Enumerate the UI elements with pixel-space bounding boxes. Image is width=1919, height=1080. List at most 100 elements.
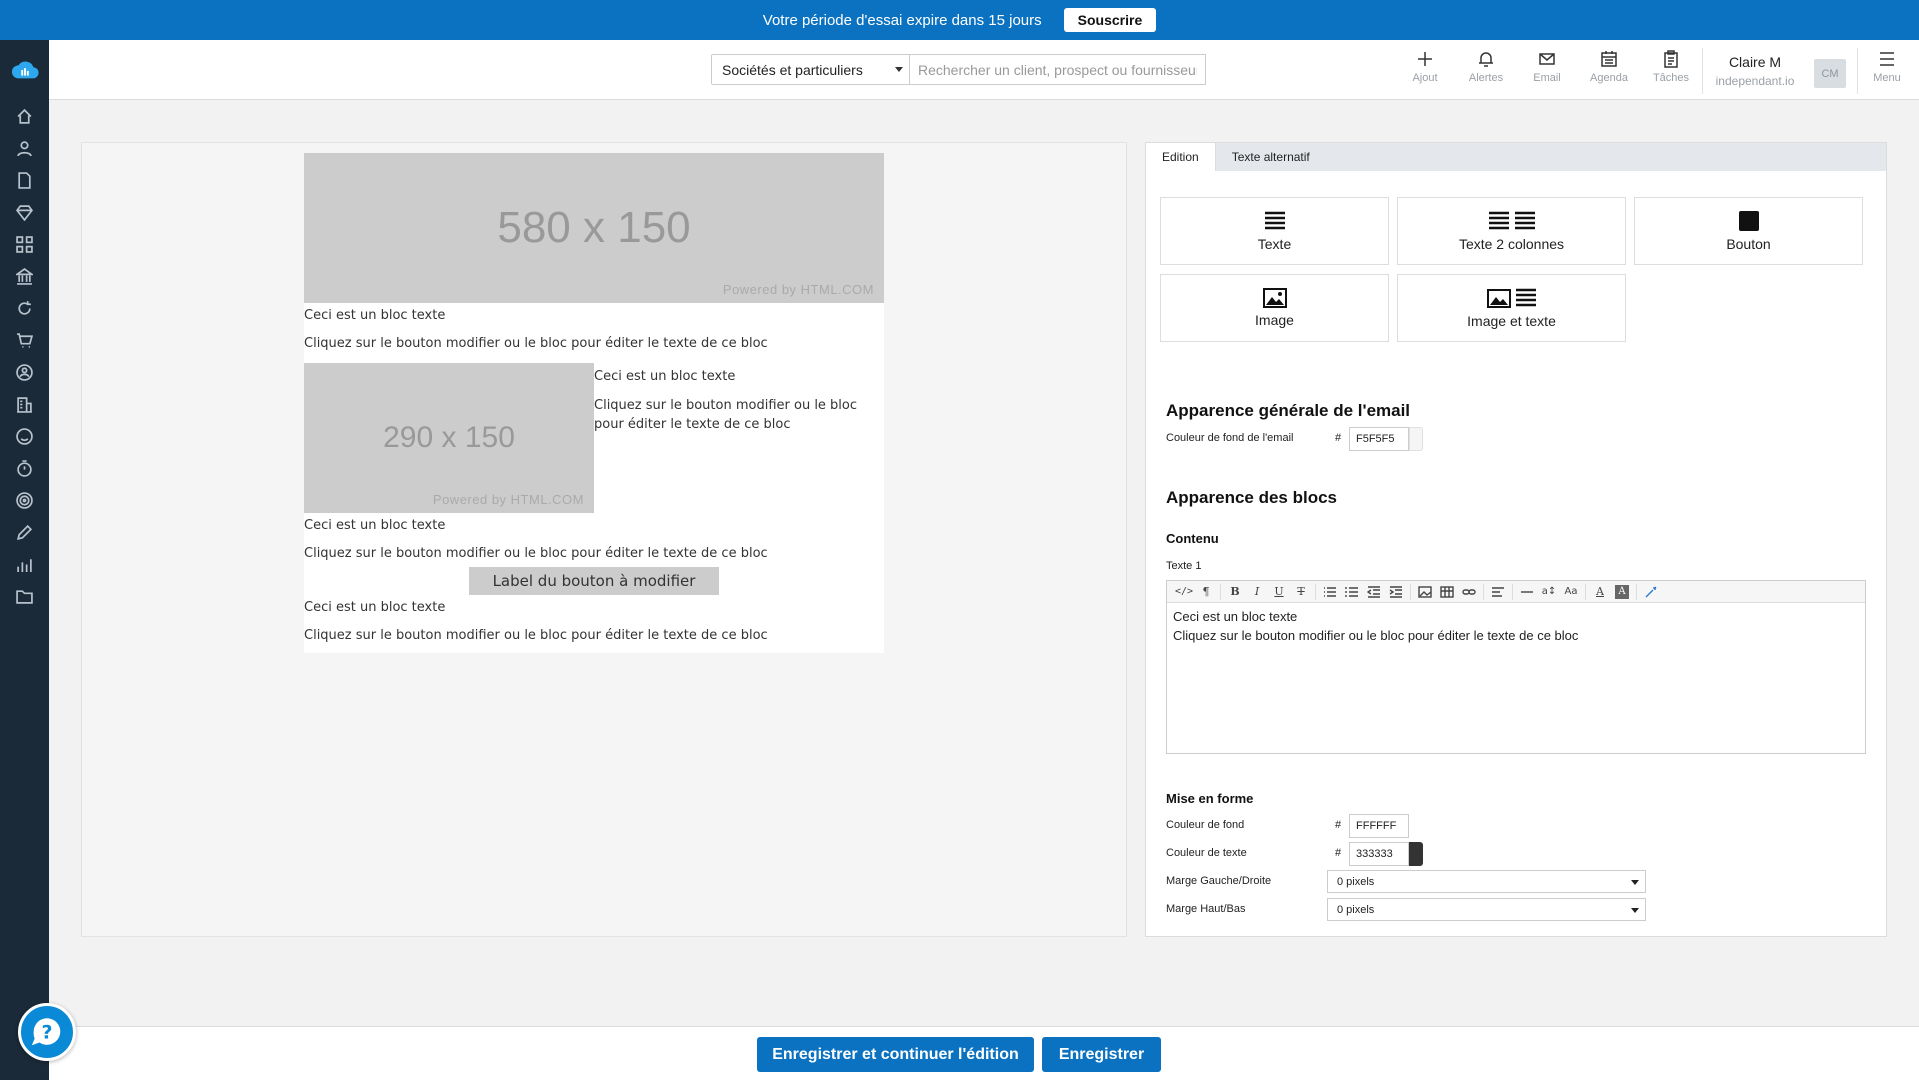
block-image-label: Image <box>1255 312 1294 328</box>
grid-icon[interactable] <box>0 228 49 260</box>
avatar[interactable]: CM <box>1814 59 1846 88</box>
hash-label: # <box>1335 432 1342 444</box>
building-icon[interactable] <box>0 388 49 420</box>
block-two-columns-button[interactable]: Texte 2 colonnes <box>1397 197 1626 265</box>
rich-text-editor[interactable]: </> ¶ B I U T a↕ Aa A A Ceci est un bloc… <box>1166 580 1866 754</box>
alerts-button[interactable]: Alertes <box>1458 50 1514 84</box>
font-family-icon[interactable]: Aa <box>1560 582 1582 602</box>
side-image-size-label: 290 x 150 <box>383 421 515 454</box>
font-size-icon[interactable]: a↕ <box>1538 582 1560 602</box>
smiley-icon[interactable] <box>0 420 49 452</box>
side-image-powered-label: Powered by HTML.COM <box>432 492 584 507</box>
italic-icon[interactable]: I <box>1246 582 1268 602</box>
numbered-list-icon[interactable] <box>1341 582 1363 602</box>
block-image-button[interactable]: Image <box>1160 274 1389 342</box>
bold-icon[interactable]: B <box>1224 582 1246 602</box>
side-text-title: Ceci est un bloc texte <box>594 369 736 384</box>
trial-message: Votre période d'essai expire dans 15 jou… <box>762 11 1042 29</box>
chevron-down-icon <box>1631 880 1639 885</box>
strikethrough-icon[interactable]: T <box>1290 582 1312 602</box>
text1-label: Texte 1 <box>1166 560 1202 572</box>
help-button[interactable]: ? <box>18 1003 76 1061</box>
tab-edition[interactable]: Edition <box>1146 143 1216 171</box>
horizontal-rule-icon[interactable] <box>1516 582 1538 602</box>
target-icon[interactable] <box>0 484 49 516</box>
email-preview: 580 x 150 Powered by HTML.COM Ceci est u… <box>81 142 1127 937</box>
text-color-swatch[interactable] <box>1409 842 1423 866</box>
block-text-button[interactable]: Texte <box>1160 197 1389 265</box>
sidebar-nav <box>0 100 49 612</box>
chart-icon[interactable] <box>0 548 49 580</box>
bullet-list-icon[interactable] <box>1319 582 1341 602</box>
email-button[interactable]: Email <box>1519 50 1575 84</box>
folder-icon[interactable] <box>0 580 49 612</box>
text-block-body: Cliquez sur le bouton modifier ou le blo… <box>304 628 768 643</box>
tab-alt-text[interactable]: Texte alternatif <box>1216 143 1326 171</box>
insert-image-icon[interactable] <box>1414 582 1436 602</box>
email-button-block[interactable]: Label du bouton à modifier <box>469 567 719 595</box>
block-image-text-label: Image et texte <box>1467 313 1556 329</box>
text-color-label: Couleur de texte <box>1166 847 1247 859</box>
contact-icon[interactable] <box>0 356 49 388</box>
bank-icon[interactable] <box>0 260 49 292</box>
cart-icon[interactable] <box>0 324 49 356</box>
app-logo-icon[interactable] <box>0 40 49 100</box>
subscribe-button[interactable]: Souscrire <box>1063 8 1157 32</box>
text-block[interactable]: Ceci est un bloc texte Cliquez sur le bo… <box>304 595 884 645</box>
text-color-icon[interactable]: A <box>1589 582 1611 602</box>
button-square-icon <box>1738 211 1759 231</box>
block-button-button[interactable]: Bouton <box>1634 197 1863 265</box>
paragraph-icon[interactable]: ¶ <box>1195 582 1217 602</box>
timer-icon[interactable] <box>0 452 49 484</box>
two-columns-icon <box>1488 211 1535 230</box>
user-icon[interactable] <box>0 132 49 164</box>
agenda-button[interactable]: Agenda <box>1581 50 1637 84</box>
email-bg-color-input[interactable]: F5F5F5 <box>1349 427 1409 451</box>
home-icon[interactable] <box>0 100 49 132</box>
text-block[interactable]: Ceci est un bloc texte Cliquez sur le bo… <box>304 303 884 353</box>
editor-line: Ceci est un bloc texte <box>1173 609 1298 624</box>
text-block[interactable]: Ceci est un bloc texte Cliquez sur le bo… <box>304 513 884 563</box>
text-color-input[interactable]: 333333 <box>1349 842 1409 866</box>
align-icon[interactable] <box>1487 582 1509 602</box>
margin-lr-select[interactable]: 0 pixels <box>1327 870 1646 893</box>
email-bg-color-swatch[interactable] <box>1409 427 1423 451</box>
toolbar-divider <box>1512 583 1513 600</box>
menu-button[interactable]: Menu <box>1859 50 1915 84</box>
editor-toolbar: </> ¶ B I U T a↕ Aa A A <box>1167 581 1865 603</box>
svg-text:?: ? <box>41 1022 52 1044</box>
toolbar-divider <box>1636 583 1637 600</box>
header-divider <box>1857 48 1858 94</box>
agenda-label: Agenda <box>1590 72 1628 84</box>
insert-table-icon[interactable] <box>1436 582 1458 602</box>
margin-tb-label: Marge Haut/Bas <box>1166 903 1246 915</box>
banner-image-block[interactable]: 580 x 150 Powered by HTML.COM <box>304 153 884 303</box>
add-button[interactable]: Ajout <box>1397 50 1453 84</box>
editor-tabs: Edition Texte alternatif <box>1146 143 1886 171</box>
background-color-icon[interactable]: A <box>1615 584 1629 599</box>
chevron-down-icon <box>1631 908 1639 913</box>
document-icon[interactable] <box>0 164 49 196</box>
pencil-icon[interactable] <box>0 516 49 548</box>
underline-icon[interactable]: U <box>1268 582 1290 602</box>
indent-icon[interactable] <box>1385 582 1407 602</box>
editor-content[interactable]: Ceci est un bloc texte Cliquez sur le bo… <box>1167 603 1865 649</box>
image-text-block[interactable]: 290 x 150 Powered by HTML.COM Ceci est u… <box>304 363 884 513</box>
block-bg-color-input[interactable]: FFFFFF <box>1349 814 1409 838</box>
refresh-icon[interactable] <box>0 292 49 324</box>
user-menu[interactable]: Claire M independant.io <box>1705 54 1805 88</box>
user-name: Claire M <box>1728 54 1782 70</box>
code-view-icon[interactable]: </> <box>1173 582 1195 602</box>
margin-tb-select[interactable]: 0 pixels <box>1327 898 1646 921</box>
search-input[interactable] <box>910 54 1206 85</box>
tasks-button[interactable]: Tâches <box>1643 50 1699 84</box>
block-image-text-button[interactable]: Image et texte <box>1397 274 1626 342</box>
search-scope-select[interactable]: Sociétés et particuliers <box>711 54 910 85</box>
link-icon[interactable] <box>1458 582 1480 602</box>
magic-wand-icon[interactable] <box>1640 582 1662 602</box>
save-button[interactable]: Enregistrer <box>1042 1037 1161 1072</box>
diamond-icon[interactable] <box>0 196 49 228</box>
clipboard-icon <box>1664 50 1678 68</box>
outdent-icon[interactable] <box>1363 582 1385 602</box>
save-continue-button[interactable]: Enregistrer et continuer l'édition <box>757 1037 1034 1072</box>
